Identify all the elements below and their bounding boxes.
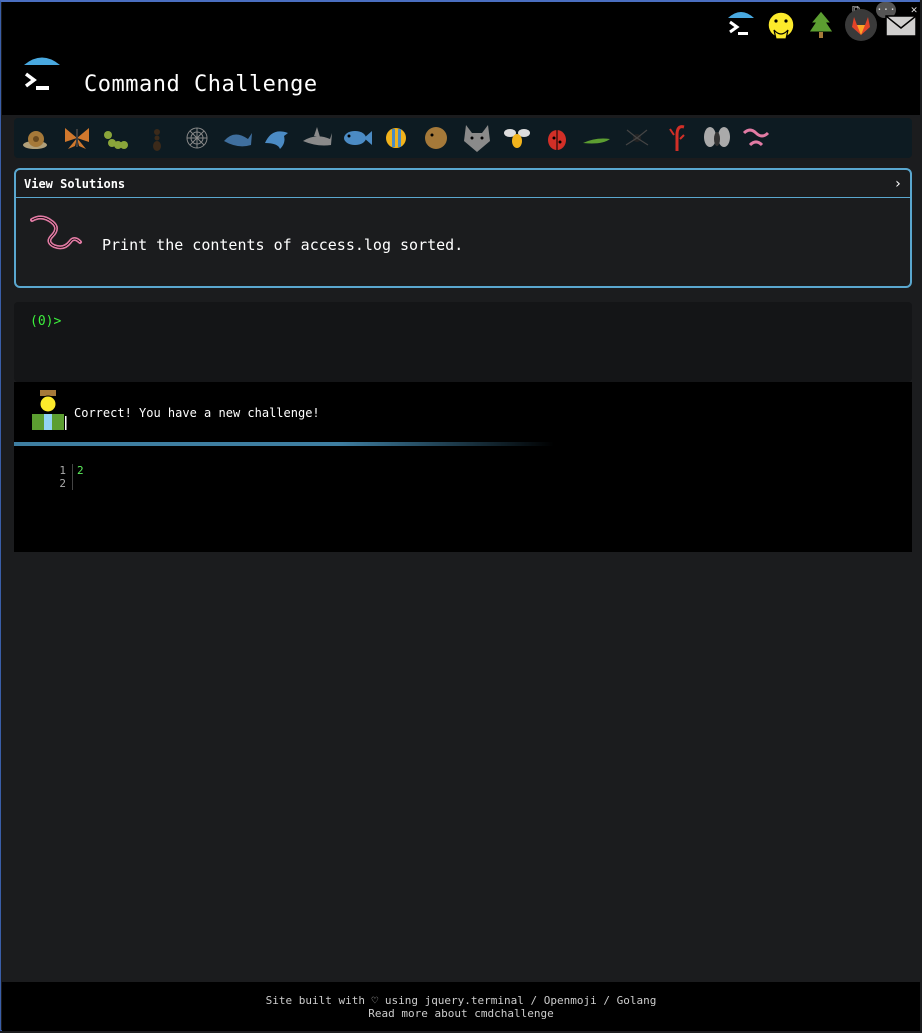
lizard-icon[interactable] <box>580 121 614 155</box>
ant-icon[interactable] <box>140 121 174 155</box>
logo-terminal-icon <box>24 57 60 90</box>
challenge-selector <box>14 118 912 158</box>
terminal-prompt: (0)> <box>30 314 62 329</box>
output-lines: 2 <box>77 464 84 477</box>
fly-icon[interactable] <box>700 121 734 155</box>
worm-icon[interactable] <box>740 121 774 155</box>
chevron-right-icon: › <box>893 175 902 192</box>
face-hand-over-mouth-icon[interactable] <box>764 8 798 42</box>
whale-icon[interactable] <box>220 121 254 155</box>
challenge-panel: View Solutions › Print the contents of a… <box>14 168 912 288</box>
divider <box>14 442 554 446</box>
dolphin-icon[interactable] <box>260 121 294 155</box>
header: ⧉ ··· ✕ Command Challenge <box>2 2 920 115</box>
footer: Site built with ♡ using jquery.terminal … <box>2 982 920 1031</box>
output-code: 12 2 <box>44 464 84 490</box>
envelope-icon[interactable] <box>884 8 918 42</box>
evergreen-tree-icon[interactable] <box>804 8 838 42</box>
shark-icon[interactable] <box>300 121 334 155</box>
terminal[interactable]: (0)> <box>14 302 912 382</box>
view-solutions-toggle[interactable]: View Solutions › <box>16 170 910 198</box>
tropical-fish-icon[interactable] <box>380 121 414 155</box>
success-message: Correct! You have a new challenge! <box>74 406 320 420</box>
gitlab-icon[interactable] <box>844 8 878 42</box>
blowfish-icon[interactable] <box>420 121 454 155</box>
footer-credits[interactable]: Site built with ♡ using jquery.terminal … <box>2 994 920 1007</box>
footer-about-link[interactable]: Read more about cmdchallenge <box>2 1007 920 1020</box>
butterfly-icon[interactable] <box>60 121 94 155</box>
line-numbers: 12 <box>44 464 73 490</box>
caterpillar-icon[interactable] <box>100 121 134 155</box>
bee-icon[interactable] <box>500 121 534 155</box>
scorpion-icon[interactable] <box>660 121 694 155</box>
snail-icon[interactable] <box>20 121 54 155</box>
view-solutions-label: View Solutions <box>24 176 126 191</box>
teacher-icon <box>32 390 67 430</box>
spiderweb-icon[interactable] <box>180 121 214 155</box>
worm-icon <box>30 215 82 250</box>
terminal-icon[interactable] <box>724 8 758 42</box>
fish-icon[interactable] <box>340 121 374 155</box>
challenge-description: Print the contents of access.log sorted. <box>102 236 464 254</box>
page: ⧉ ··· ✕ Command Challenge View Solutions… <box>2 2 920 1031</box>
page-title: Command Challenge <box>84 72 318 97</box>
wolf-icon[interactable] <box>460 121 494 155</box>
result-panel: Correct! You have a new challenge! 12 2 <box>14 382 912 552</box>
spider-icon[interactable] <box>620 121 654 155</box>
header-icons <box>724 8 918 42</box>
ladybug-icon[interactable] <box>540 121 574 155</box>
